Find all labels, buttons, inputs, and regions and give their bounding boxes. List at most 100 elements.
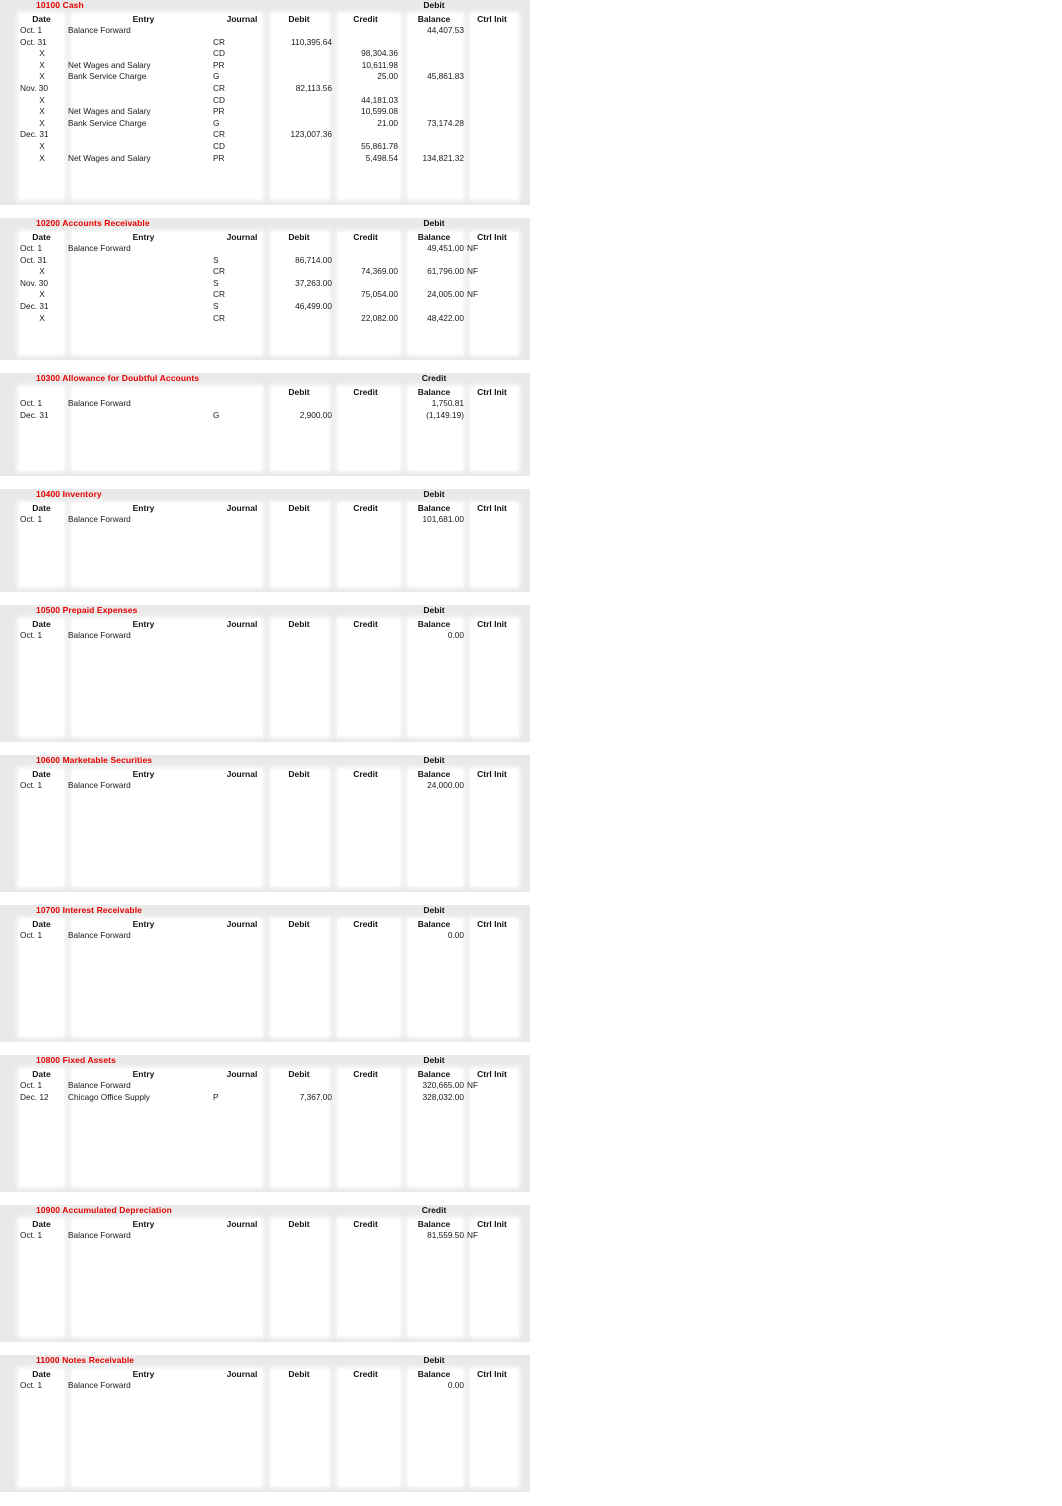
header-entry: Entry (132, 1369, 155, 1379)
cell-journal: G (213, 117, 220, 128)
header-debit: Debit (288, 387, 310, 397)
header-date: Date (32, 14, 51, 24)
table-row[interactable]: Oct. 1 Balance Forward 1,750.81 (0, 398, 530, 410)
table-row[interactable]: X Net Wages and Salary PR 10,611.98 (0, 60, 530, 72)
header-ctrl-init: Ctrl Init (477, 919, 507, 929)
cell-date: Nov. 30 (20, 277, 48, 288)
table-row[interactable]: Oct. 1 Balance Forward 101,681.00 (0, 514, 530, 526)
cell-journal: S (213, 300, 219, 311)
cell-date: Oct. 1 (20, 630, 43, 640)
table-row[interactable]: X CR 74,369.00 61,796.00 NF (0, 266, 530, 278)
account-title: 10200 Accounts Receivable (36, 218, 150, 228)
ledger-rows: Oct. 1 Balance Forward 1,750.81 Dec. 31 G 2,9… (0, 398, 530, 421)
header-debit: Debit (288, 769, 310, 779)
table-row[interactable]: Oct. 31 S 86,714.00 (0, 255, 530, 267)
column-header-row: Date Entry Journal Debit Credit Balance Ctrl I… (0, 919, 530, 930)
table-row[interactable]: X CD 55,861.78 (0, 141, 530, 153)
header-entry: Entry (132, 1069, 155, 1079)
cell-date: Oct. 1 (20, 25, 43, 35)
cell-entry: Balance Forward (68, 514, 131, 524)
header-ctrl-init: Ctrl Init (477, 1219, 507, 1229)
header-journal: Journal (226, 1069, 258, 1079)
cell-date: Dec. 31 (20, 129, 49, 140)
table-row[interactable]: Oct. 1 Balance Forward 320,665.00 NF (0, 1080, 530, 1092)
header-balance: Balance (417, 503, 451, 513)
table-row[interactable]: Dec. 31 S 46,499.00 (0, 301, 530, 313)
header-debit: Debit (288, 14, 310, 24)
header-credit: Credit (353, 1369, 378, 1379)
cell-balance: 0.00 (447, 1380, 464, 1390)
cell-balance: 24,000.00 (427, 780, 464, 790)
table-row[interactable]: Oct. 1 Balance Forward 0.00 (0, 930, 530, 942)
header-date: Date (32, 919, 51, 929)
cell-date: Oct. 1 (20, 243, 43, 253)
header-balance: Balance (417, 232, 451, 242)
header-credit: Credit (353, 1069, 378, 1079)
cell-balance: 73,174.28 (427, 117, 464, 128)
header-date: Date (32, 1369, 51, 1379)
cell-journal: PR (213, 152, 225, 163)
table-row[interactable]: Oct. 1 Balance Forward 44,407.53 (0, 25, 530, 37)
header-ctrl-init: Ctrl Init (477, 232, 507, 242)
table-row[interactable]: Oct. 1 Balance Forward 0.00 (0, 1380, 530, 1392)
table-row[interactable]: Nov. 30 S 37,263.00 (0, 278, 530, 290)
account-section: 10600 Marketable Securities Debit Date Entr… (0, 755, 530, 892)
column-header-row: Date Entry Journal Debit Credit Balance Ctrl I… (0, 1069, 530, 1080)
header-debit: Debit (288, 503, 310, 513)
section-gap (0, 360, 530, 373)
cell-journal: CR (213, 312, 225, 323)
account-title: 10100 Cash (36, 0, 84, 10)
table-row[interactable]: X Net Wages and Salary PR 5,498.54 134,821.3… (0, 153, 530, 165)
cell-credit: 10,599.08 (361, 106, 398, 117)
header-balance: Balance (417, 919, 451, 929)
table-row[interactable]: Dec. 31 CR 123,007.36 (0, 129, 530, 141)
table-row[interactable]: Oct. 1 Balance Forward 0.00 (0, 630, 530, 642)
header-journal: Journal (226, 769, 258, 779)
account-title: 10500 Prepaid Expenses (36, 605, 138, 615)
table-row[interactable]: X Net Wages and Salary PR 10,599.08 (0, 106, 530, 118)
table-row[interactable]: X Bank Service Charge G 21.00 73,174.28 (0, 118, 530, 130)
cell-credit: 10,611.98 (361, 59, 398, 70)
cell-credit: 25.00 (377, 71, 398, 82)
cell-entry: Bank Service Charge (68, 117, 147, 128)
cell-date: Oct. 1 (20, 930, 43, 940)
header-entry: Entry (132, 919, 155, 929)
header-entry: Entry (132, 1219, 155, 1229)
table-row[interactable]: Nov. 30 CR 82,113.56 (0, 83, 530, 95)
header-ctrl-init: Ctrl Init (477, 1069, 507, 1079)
cell-debit: 86,714.00 (295, 254, 332, 265)
table-row[interactable]: X CR 75,054.00 24,005.00 NF (0, 289, 530, 301)
cell-date: X (39, 266, 45, 277)
table-row[interactable]: X Bank Service Charge G 25.00 45,861.83 (0, 71, 530, 83)
header-debit: Debit (288, 1369, 310, 1379)
account-section: 10300 Allowance for Doubtful Accounts Cre… (0, 373, 530, 476)
header-credit: Credit (353, 387, 378, 397)
cell-date: Oct. 1 (20, 1080, 43, 1090)
cell-date: X (39, 71, 45, 82)
balance-kind-label: Debit (423, 1355, 445, 1365)
section-gap (0, 892, 530, 905)
balance-kind-label: Debit (423, 905, 445, 915)
table-row[interactable]: Oct. 1 Balance Forward 49,451.00 NF (0, 243, 530, 255)
header-balance: Balance (417, 387, 451, 397)
table-row[interactable]: X CR 22,082.00 48,422.00 (0, 313, 530, 325)
section-gap (0, 742, 530, 755)
cell-date: Oct. 1 (20, 1380, 43, 1390)
cell-journal: S (213, 254, 219, 265)
cell-journal: CR (213, 129, 225, 140)
cell-credit: 22,082.00 (361, 312, 398, 323)
cell-journal: G (213, 409, 220, 420)
header-entry: Entry (132, 619, 155, 629)
table-row[interactable]: Dec. 12 Chicago Office Supply P 7,367.00 328… (0, 1092, 530, 1104)
table-row[interactable]: X CD 98,304.36 (0, 48, 530, 60)
account-title: 10700 Interest Receivable (36, 905, 142, 915)
table-row[interactable]: Oct. 1 Balance Forward 81,559.50 NF (0, 1230, 530, 1242)
table-row[interactable]: Dec. 31 G 2,900.00 (1,149.19) (0, 410, 530, 422)
header-balance: Balance (417, 1219, 451, 1229)
cell-journal: CR (213, 82, 225, 93)
ledger-rows: Oct. 1 Balance Forward 101,681.00 (0, 514, 530, 526)
table-row[interactable]: Oct. 1 Balance Forward 24,000.00 (0, 780, 530, 792)
table-row[interactable]: Oct. 31 CR 110,395.64 (0, 37, 530, 49)
cell-date: Oct. 1 (20, 780, 43, 790)
table-row[interactable]: X CD 44,181.03 (0, 95, 530, 107)
